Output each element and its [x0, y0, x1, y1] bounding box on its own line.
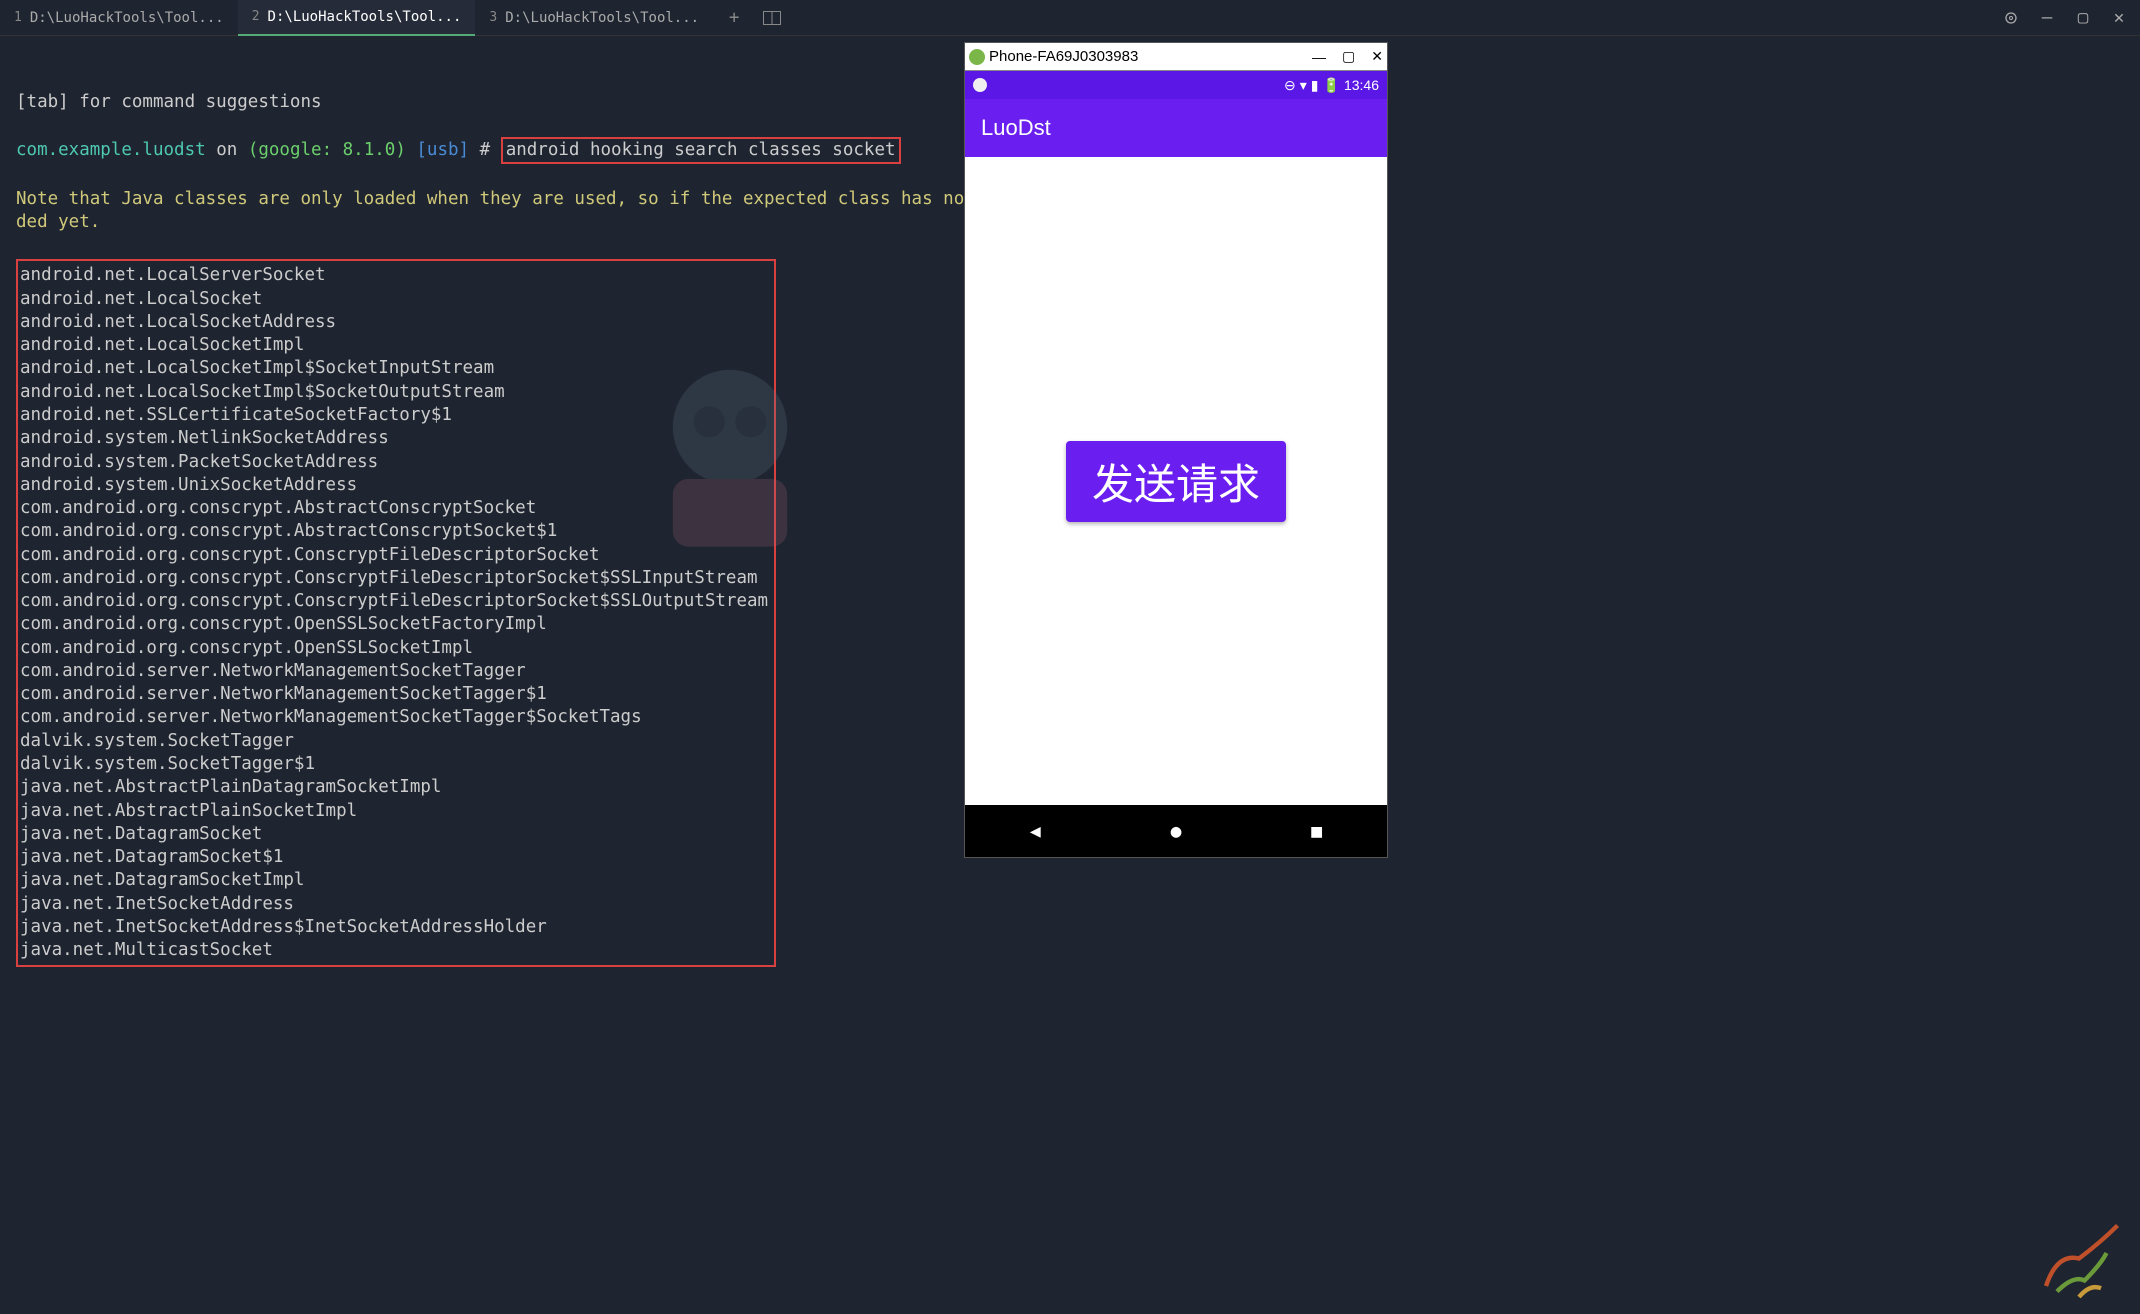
class-row: com.android.org.conscrypt.ConscryptFileD… — [20, 544, 768, 567]
phone-minimize-button[interactable]: — — [1312, 49, 1326, 65]
close-button[interactable]: ✕ — [2110, 9, 2128, 27]
tab-title: D:\LuoHackTools\Tool... — [30, 10, 224, 26]
class-row: android.system.NetlinkSocketAddress — [20, 427, 768, 450]
class-row: com.android.server.NetworkManagementSock… — [20, 660, 768, 683]
clock: 13:46 — [1344, 77, 1379, 93]
class-row: com.android.org.conscrypt.AbstractConscr… — [20, 520, 768, 543]
phone-titlebar[interactable]: Phone-FA69J0303983 — ▢ ✕ — [965, 43, 1387, 71]
class-row: java.net.DatagramSocketImpl — [20, 869, 768, 892]
new-tab-button[interactable]: + — [719, 3, 749, 33]
class-row: java.net.DatagramSocket — [20, 823, 768, 846]
phone-close-button[interactable]: ✕ — [1371, 48, 1383, 65]
split-pane-button[interactable] — [757, 11, 787, 25]
scrcpy-icon — [969, 49, 985, 65]
class-row: java.net.MulticastSocket — [20, 939, 768, 962]
app-body: 发送请求 — [965, 157, 1387, 805]
tab-index: 3 — [489, 10, 497, 25]
class-row: com.android.server.NetworkManagementSock… — [20, 706, 768, 729]
tab-index: 1 — [14, 10, 22, 25]
class-row: java.net.InetSocketAddress — [20, 893, 768, 916]
class-row: java.net.DatagramSocket$1 — [20, 846, 768, 869]
class-row: com.android.org.conscrypt.OpenSSLSocketF… — [20, 613, 768, 636]
corner-decoration — [2024, 1198, 2134, 1308]
class-list-box: android.net.LocalServerSocketandroid.net… — [16, 259, 776, 967]
maximize-button[interactable]: ▢ — [2074, 9, 2092, 27]
plus-icon: + — [729, 8, 740, 28]
class-row: android.net.LocalSocketImpl$SocketInputS… — [20, 357, 768, 380]
dnd-icon: ⊖ — [1284, 77, 1296, 94]
signal-icon: ▮ — [1311, 77, 1319, 94]
split-icon — [763, 11, 781, 25]
tab-title: D:\LuoHackTools\Tool... — [268, 9, 462, 25]
phone-window: Phone-FA69J0303983 — ▢ ✕ ⊖ ▾ ▮ 🔋 13:46 L… — [964, 42, 1388, 858]
class-row: dalvik.system.SocketTagger$1 — [20, 753, 768, 776]
minimize-button[interactable]: — — [2038, 9, 2056, 27]
wifi-icon: ▾ — [1300, 77, 1307, 94]
notification-dot-icon — [973, 78, 987, 92]
tab-bar: 1 D:\LuoHackTools\Tool... 2 D:\LuoHackTool… — [0, 0, 2140, 36]
tab-index: 2 — [252, 9, 260, 24]
android-nav-bar: ◀ ● ■ — [965, 805, 1387, 857]
class-row: java.net.AbstractPlainDatagramSocketImpl — [20, 776, 768, 799]
class-row: android.net.LocalSocketAddress — [20, 311, 768, 334]
bus-label: [usb] — [406, 140, 469, 160]
tab-1[interactable]: 1 D:\LuoHackTools\Tool... — [0, 0, 238, 36]
app-title: LuoDst — [981, 115, 1051, 141]
window-controls: — ▢ ✕ — [2002, 9, 2140, 27]
back-button[interactable]: ◀ — [1030, 821, 1041, 842]
device-info: (google: 8.1.0) — [248, 140, 406, 160]
phone-title-text: Phone-FA69J0303983 — [989, 48, 1308, 65]
class-row: android.net.LocalSocketImpl — [20, 334, 768, 357]
settings-button[interactable] — [2002, 9, 2020, 27]
class-row: com.android.org.conscrypt.OpenSSLSocketI… — [20, 637, 768, 660]
battery-icon: 🔋 — [1323, 77, 1340, 94]
class-row: android.net.LocalServerSocket — [20, 264, 768, 287]
class-row: dalvik.system.SocketTagger — [20, 730, 768, 753]
tab-title: D:\LuoHackTools\Tool... — [505, 10, 699, 26]
tab-2[interactable]: 2 D:\LuoHackTools\Tool... — [238, 0, 476, 36]
class-row: android.net.LocalSocket — [20, 288, 768, 311]
send-request-button[interactable]: 发送请求 — [1066, 441, 1286, 522]
recent-button[interactable]: ■ — [1311, 821, 1322, 842]
class-row: com.android.org.conscrypt.ConscryptFileD… — [20, 567, 768, 590]
tab-3[interactable]: 3 D:\LuoHackTools\Tool... — [475, 0, 713, 36]
command-highlight: android hooking search classes socket — [501, 137, 901, 164]
class-row: android.net.SSLCertificateSocketFactory$… — [20, 404, 768, 427]
package-name: com.example.luodst — [16, 140, 206, 160]
class-row: android.system.PacketSocketAddress — [20, 451, 768, 474]
class-row: com.android.org.conscrypt.AbstractConscr… — [20, 497, 768, 520]
phone-window-controls: — ▢ ✕ — [1312, 48, 1383, 65]
class-row: java.net.InetSocketAddress$InetSocketAdd… — [20, 916, 768, 939]
class-row: android.system.UnixSocketAddress — [20, 474, 768, 497]
phone-maximize-button[interactable]: ▢ — [1342, 48, 1355, 65]
class-row: java.net.AbstractPlainSocketImpl — [20, 800, 768, 823]
home-button[interactable]: ● — [1171, 821, 1182, 842]
class-row: com.android.org.conscrypt.ConscryptFileD… — [20, 590, 768, 613]
gear-icon — [2003, 10, 2019, 26]
android-status-bar: ⊖ ▾ ▮ 🔋 13:46 — [965, 71, 1387, 99]
class-row: android.net.LocalSocketImpl$SocketOutput… — [20, 381, 768, 404]
app-bar: LuoDst — [965, 99, 1387, 157]
class-row: com.android.server.NetworkManagementSock… — [20, 683, 768, 706]
